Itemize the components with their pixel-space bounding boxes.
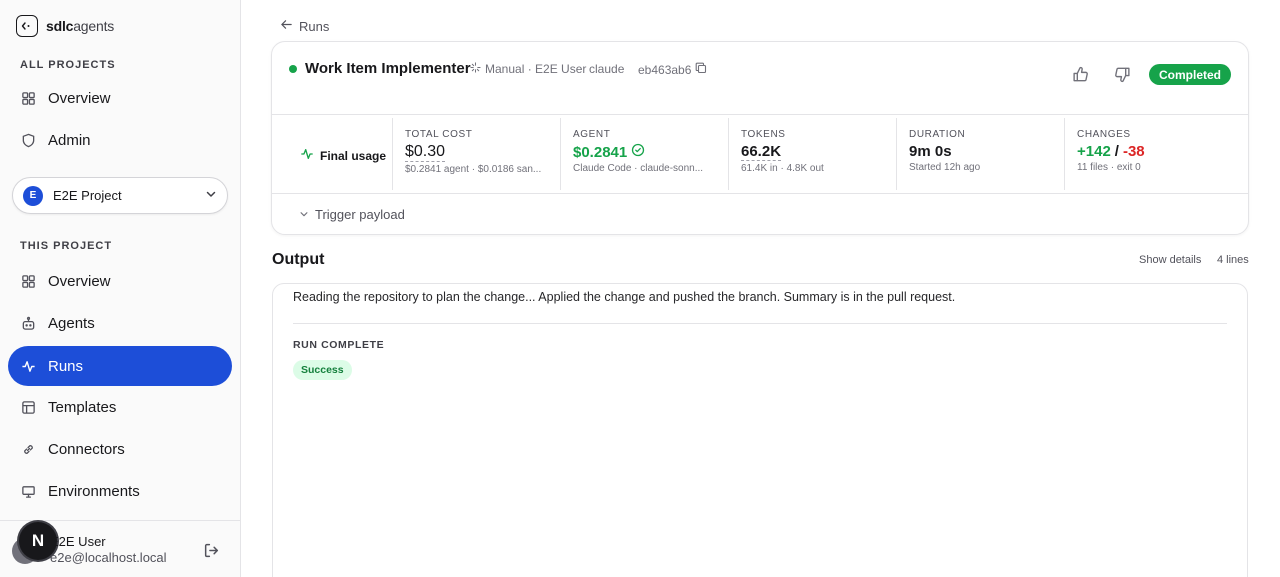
thumbs-down-icon[interactable] [1114, 66, 1131, 88]
stat-label: TOKENS [741, 129, 786, 140]
back-to-runs-link[interactable]: Runs [280, 18, 329, 34]
success-badge: Success [293, 360, 352, 380]
brand-logo-icon [16, 15, 38, 37]
stat-value[interactable]: $0.30 [405, 143, 446, 162]
stat-sub: Claude Code · claude-sonn... [573, 163, 704, 174]
stat-sub: 61.4K in · 4.8K out [741, 163, 824, 174]
lines-added: +142 [1077, 143, 1111, 160]
sidebar-item-label: Connectors [48, 440, 125, 458]
stat-value: 9m 0s [909, 143, 952, 160]
sidebar-item-label: Overview [48, 89, 111, 107]
chevron-down-icon [299, 207, 309, 222]
run-title: Work Item Implementer [305, 60, 471, 77]
status-badge: Completed [1149, 64, 1232, 85]
chevron-down-icon [205, 187, 217, 205]
lines-removed: -38 [1122, 143, 1145, 160]
bot-icon [20, 315, 36, 331]
run-complete-label: RUN COMPLETE [293, 339, 385, 351]
final-usage-label: Final usage [320, 148, 387, 163]
stat-label: TOTAL COST [405, 129, 473, 140]
sidebar-item-overview-global[interactable]: Overview [8, 78, 232, 118]
sidebar-item-runs[interactable]: Runs [8, 346, 232, 386]
status-dot [289, 65, 297, 73]
activity-icon [300, 147, 314, 164]
sidebar-item-label: Overview [48, 272, 111, 290]
sidebar-item-admin[interactable]: Admin [8, 120, 232, 160]
grid-icon [20, 273, 36, 289]
commit-hash: eb463ab6 [638, 62, 692, 77]
brand[interactable]: sdlcagents [16, 15, 114, 37]
check-circle-icon [631, 143, 645, 161]
sidebar-item-templates[interactable]: Templates [8, 387, 232, 427]
stat-changes: CHANGES +142 / -38 11 files · exit 0 [1064, 118, 1248, 190]
sidebar-item-agents[interactable]: Agents [8, 303, 232, 343]
activity-icon [20, 358, 36, 374]
sidebar-item-label: Admin [48, 131, 91, 149]
stat-duration: DURATION 9m 0s Started 12h ago [896, 118, 1064, 190]
trigger-payload-toggle[interactable]: Trigger payload [299, 207, 405, 222]
sidebar-item-label: Agents [48, 314, 95, 332]
all-projects-label: ALL PROJECTS [20, 59, 116, 71]
user-email: e2e@localhost.local [50, 550, 167, 565]
user-footer: N E2E User e2e@localhost.local [0, 520, 240, 577]
monitor-icon [20, 483, 36, 499]
sidebar-item-connectors[interactable]: Connectors [8, 429, 232, 469]
sidebar-item-label: Templates [48, 398, 117, 416]
back-label: Runs [299, 18, 330, 34]
stat-label: DURATION [909, 129, 966, 140]
run-summary-card: Work Item Implementer Manual · E2E User … [271, 41, 1249, 235]
project-select[interactable]: E E2E Project [12, 177, 228, 214]
divider [272, 193, 1248, 194]
stat-tokens: TOKENS 66.2K 61.4K in · 4.8K out [728, 118, 896, 190]
stat-label: AGENT [573, 129, 611, 140]
run-header: Work Item Implementer Manual · E2E User … [272, 42, 1248, 115]
thumbs-up-icon[interactable] [1072, 66, 1089, 88]
run-agent: claude [589, 62, 625, 76]
run-trigger-meta: Manual · E2E User [470, 62, 586, 76]
run-commit: eb463ab6 [638, 62, 707, 77]
stat-sub: 11 files · exit 0 [1077, 162, 1141, 173]
brand-name: sdlcagents [46, 18, 115, 34]
this-project-label: THIS PROJECT [20, 240, 113, 252]
copy-icon[interactable] [695, 62, 707, 77]
link-icon [20, 441, 36, 457]
line-count: 4 lines [1217, 254, 1249, 266]
changes-separator: / [1114, 143, 1119, 160]
stat-value[interactable]: 66.2K [741, 143, 782, 161]
sidebar-item-label: Environments [48, 482, 140, 500]
output-panel: Reading the repository to plan the chang… [272, 283, 1248, 577]
divider [293, 323, 1227, 324]
output-text: Reading the repository to plan the chang… [293, 290, 956, 304]
stat-sub: Started 12h ago [909, 162, 981, 173]
user-name: E2E User [50, 534, 106, 549]
logout-icon[interactable] [203, 542, 220, 564]
sparkle-icon [470, 62, 481, 76]
sidebar-item-label: Runs [48, 357, 84, 375]
trigger-text: Manual · E2E User [485, 62, 587, 76]
output-title: Output [272, 251, 325, 268]
stat-agent: AGENT $0.2841 Claude Code · claude-sonn.… [560, 118, 728, 190]
grid-icon [20, 90, 36, 106]
layout-icon [20, 399, 36, 415]
stat-value: $0.2841 [573, 143, 628, 161]
final-usage: Final usage [300, 147, 386, 164]
stat-sub: $0.2841 agent · $0.0186 san... [405, 164, 542, 175]
show-details-button[interactable]: Show details [1139, 254, 1201, 266]
sidebar-item-overview[interactable]: Overview [8, 261, 232, 301]
stat-total-cost: TOTAL COST $0.30 $0.2841 agent · $0.0186… [392, 118, 560, 190]
usage-stats: Final usage TOTAL COST $0.30 $0.2841 age… [272, 118, 1248, 190]
shield-icon [20, 132, 36, 148]
project-badge: E [23, 185, 43, 206]
sidebar: sdlcagents ALL PROJECTS Overview Admin E… [0, 0, 241, 577]
stat-label: CHANGES [1077, 129, 1131, 140]
arrow-left-icon [280, 18, 293, 34]
project-name: E2E Project [53, 188, 122, 203]
trigger-payload-label: Trigger payload [315, 207, 405, 222]
sidebar-item-environments[interactable]: Environments [8, 471, 232, 511]
